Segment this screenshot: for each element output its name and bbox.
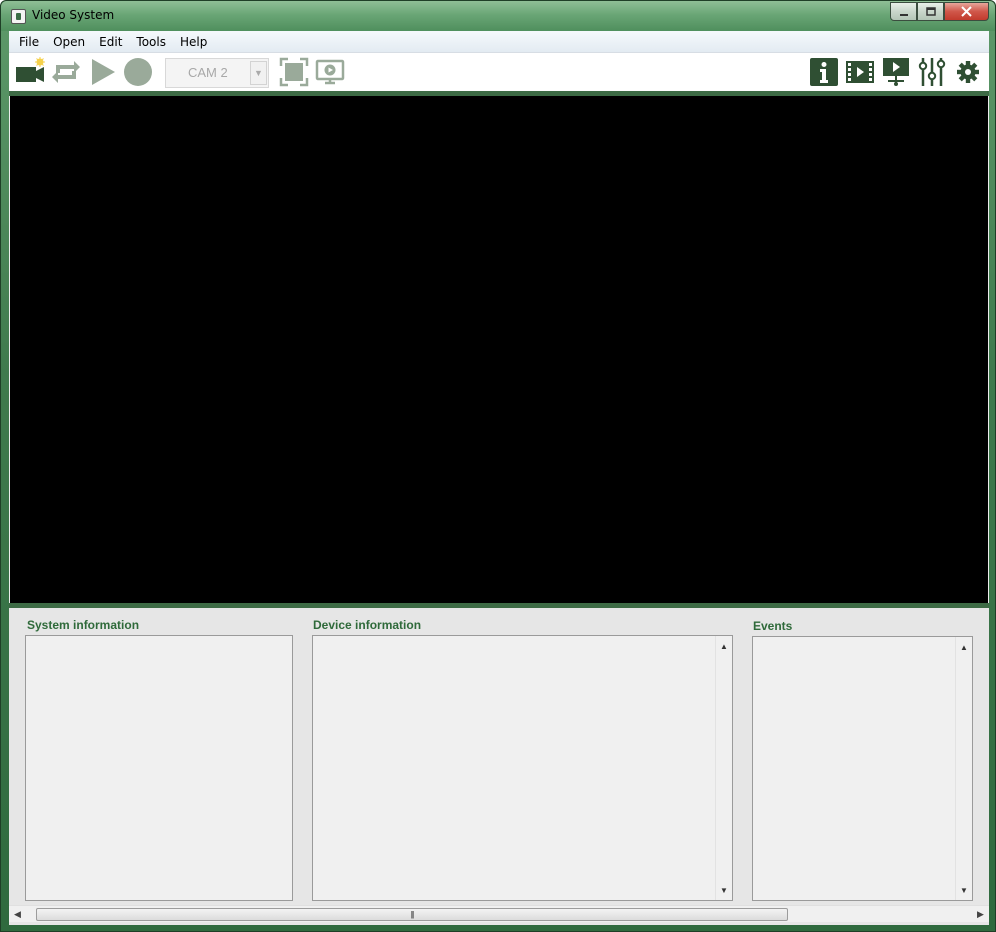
record-icon (124, 58, 152, 86)
scroll-down-icon[interactable]: ▼ (956, 882, 972, 898)
monitor-play-button[interactable] (314, 56, 346, 88)
menu-open[interactable]: Open (46, 35, 92, 49)
system-info-panel[interactable] (25, 635, 293, 901)
scroll-left-icon[interactable]: ◀ (9, 906, 26, 923)
maximize-icon (925, 6, 936, 16)
menu-help[interactable]: Help (173, 35, 214, 49)
play-button[interactable] (87, 56, 119, 88)
minimize-button[interactable] (890, 2, 917, 21)
events-panel[interactable]: ▲ ▼ (752, 636, 973, 901)
camera-select-value: CAM 2 (188, 65, 228, 80)
system-info-label: System information (27, 618, 140, 632)
add-camera-icon (16, 57, 45, 82)
app-window: Video System File Open Edit Tools Help C… (0, 0, 996, 932)
events-label: Events (753, 619, 793, 633)
minimize-icon (899, 13, 908, 16)
close-icon (961, 6, 972, 17)
menu-edit[interactable]: Edit (92, 35, 129, 49)
menu-file[interactable]: File (12, 35, 46, 49)
fullscreen-icon (279, 57, 309, 87)
camera-select[interactable]: CAM 2 ▼ (165, 58, 269, 88)
record-button[interactable] (122, 56, 154, 88)
device-info-label: Device information (313, 618, 422, 632)
add-camera-button[interactable] (14, 56, 46, 88)
video-film-icon (846, 61, 874, 83)
scroll-right-icon[interactable]: ▶ (972, 906, 989, 923)
close-button[interactable] (944, 2, 989, 21)
title-bar[interactable]: Video System (1, 1, 995, 31)
settings-button[interactable] (952, 56, 984, 88)
window-title: Video System (32, 8, 115, 22)
scroll-down-icon[interactable]: ▼ (716, 882, 732, 898)
horizontal-scrollbar[interactable]: ◀ ||| ▶ (9, 905, 989, 922)
client-area: File Open Edit Tools Help CAM 2 ▼ System… (9, 31, 989, 925)
fullscreen-button[interactable] (278, 56, 310, 88)
events-scrollbar[interactable]: ▲ ▼ (955, 637, 972, 900)
info-icon (810, 58, 838, 86)
window-controls (890, 2, 989, 22)
menu-tools[interactable]: Tools (129, 35, 173, 49)
menu-bar: File Open Edit Tools Help (9, 31, 989, 53)
sliders-button[interactable] (916, 56, 948, 88)
refresh-icon (52, 61, 80, 83)
app-icon (11, 9, 26, 24)
refresh-button[interactable] (50, 56, 82, 88)
gear-icon (957, 61, 979, 83)
device-info-scrollbar[interactable]: ▲ ▼ (715, 636, 732, 900)
monitor-play-icon (315, 59, 345, 85)
sliders-icon (918, 58, 946, 86)
presentation-button[interactable] (880, 56, 912, 88)
scroll-up-icon[interactable]: ▲ (716, 638, 732, 654)
info-area: System information Device information ▲ … (9, 608, 989, 925)
presentation-icon (883, 58, 909, 86)
video-view[interactable] (10, 96, 988, 603)
chevron-down-icon[interactable]: ▼ (250, 61, 267, 85)
video-film-button[interactable] (844, 56, 876, 88)
toolbar: CAM 2 ▼ (9, 53, 989, 91)
play-icon (92, 59, 115, 85)
info-button[interactable] (808, 56, 840, 88)
device-info-panel[interactable]: ▲ ▼ (312, 635, 733, 901)
scroll-up-icon[interactable]: ▲ (956, 639, 972, 655)
maximize-button[interactable] (917, 2, 944, 21)
scrollbar-thumb[interactable]: ||| (36, 908, 788, 921)
